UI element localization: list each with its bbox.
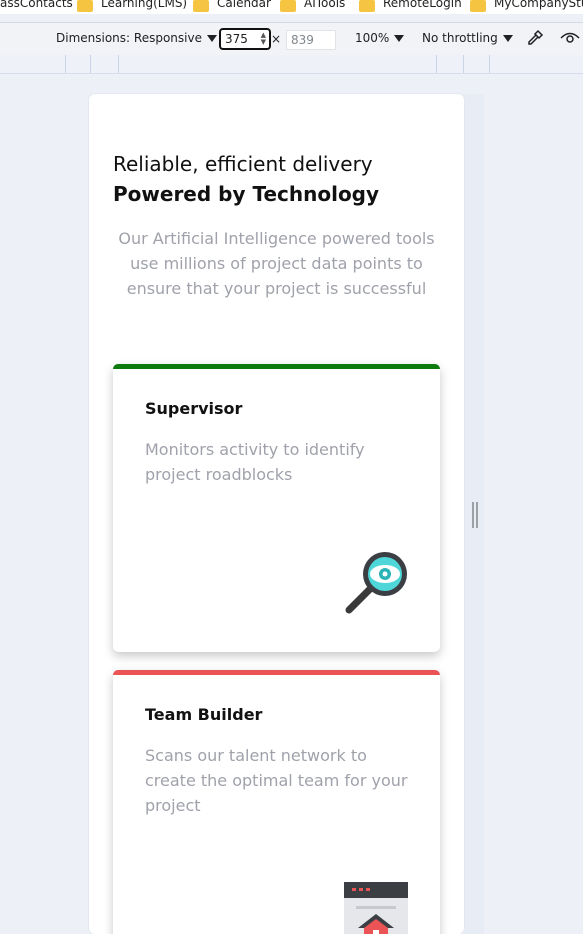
folder-icon [470, 0, 486, 12]
folder-icon [359, 0, 375, 12]
bookmark-item[interactable]: RemoteLogin [359, 0, 462, 12]
spinner-icon[interactable]: ▲ ▼ [261, 32, 266, 46]
bookmark-item[interactable]: Calendar [193, 0, 271, 12]
eyedropper-icon[interactable] [526, 29, 544, 47]
throttling-label: No throttling [422, 31, 498, 45]
card-accent-bar [113, 364, 440, 369]
zoom-label: 100% [355, 31, 390, 45]
card-description: Monitors activity to identify project ro… [145, 440, 365, 484]
media-query-ruler [0, 55, 583, 74]
caret-down-icon [394, 34, 405, 42]
caret-down-icon [502, 34, 513, 42]
bookmark-item[interactable]: AITools [280, 0, 346, 12]
bookmark-label: MyCompanyStuff [494, 0, 583, 10]
folder-icon [280, 0, 296, 12]
zoom-dropdown[interactable]: 100% [355, 31, 405, 45]
bookmark-label: Calendar [217, 0, 271, 10]
resize-handle[interactable] [472, 502, 478, 528]
intro-text: Our Artificial Intelligence powered tool… [118, 229, 435, 298]
team-builder-icon [344, 882, 408, 934]
bookmark-label: AITools [304, 0, 346, 10]
width-value: 375 [225, 32, 248, 46]
emulated-viewport: Reliable, efficient delivery Powered by … [89, 94, 464, 934]
bookmark-label: RemoteLogin [383, 0, 462, 10]
device-toolbar: Dimensions: Responsive 375 ▲ ▼ × 839 100%… [0, 22, 583, 56]
caret-down-icon [206, 34, 217, 42]
height-placeholder: 839 [291, 33, 314, 47]
eye-icon[interactable] [560, 30, 580, 46]
bookmark-item[interactable]: assContacts [0, 0, 73, 10]
throttling-dropdown[interactable]: No throttling [422, 31, 513, 45]
feature-card-supervisor: Supervisor Monitors activity to identify… [113, 364, 440, 652]
card-title: Supervisor [145, 399, 243, 418]
hero-subtitle: Reliable, efficient delivery [113, 152, 373, 176]
hero-title: Powered by Technology [113, 182, 380, 206]
dimensions-dropdown[interactable]: Dimensions: Responsive [56, 31, 217, 45]
folder-icon [77, 0, 93, 12]
card-accent-bar [113, 670, 440, 675]
dimension-separator: × [271, 32, 281, 46]
folder-icon [193, 0, 209, 12]
magnifier-eye-icon [341, 548, 411, 618]
card-title: Team Builder [145, 705, 263, 724]
bookmark-item[interactable]: MyCompanyStuff [470, 0, 583, 12]
dimensions-label: Dimensions: Responsive [56, 31, 202, 45]
bookmark-label: Learning(LMS) [101, 0, 188, 10]
height-input[interactable]: 839 [286, 30, 336, 50]
times-symbol: × [271, 32, 282, 46]
bookmark-label: assContacts [0, 0, 73, 10]
width-input[interactable]: 375 ▲ ▼ [219, 28, 271, 50]
bookmark-item[interactable]: Learning(LMS) [77, 0, 188, 12]
card-description: Scans our talent network to create the o… [145, 746, 408, 815]
bookmarks-bar: assContacts Learning(LMS) Calendar AIToo… [0, 0, 583, 14]
feature-card-team-builder: Team Builder Scans our talent network to… [113, 670, 440, 934]
